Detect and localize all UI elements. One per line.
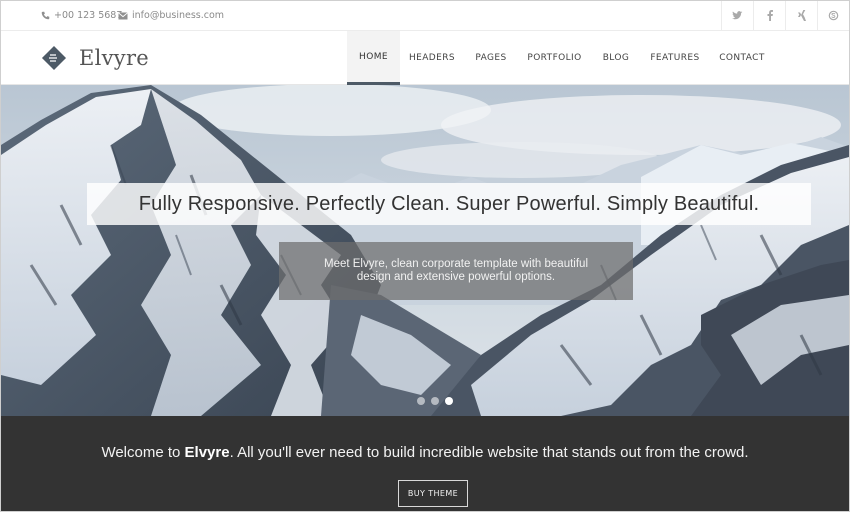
nav-blog[interactable]: BLOG bbox=[591, 31, 641, 85]
nav-contact[interactable]: CONTACT bbox=[709, 31, 775, 85]
brand-name: Elvyre bbox=[79, 46, 150, 70]
email-address[interactable]: info@business.com bbox=[132, 10, 224, 21]
envelope-icon bbox=[118, 11, 128, 20]
hero-subtext: Meet Elvyre, clean corporate template wi… bbox=[279, 242, 633, 300]
welcome-prefix: Welcome to bbox=[101, 444, 185, 461]
phone-icon bbox=[41, 11, 50, 20]
slider-dots bbox=[417, 397, 453, 405]
main-navbar: Elvyre HOME HEADERS PAGES PORTFOLIO BLOG… bbox=[1, 31, 849, 85]
social-links bbox=[721, 1, 849, 30]
twitter-icon[interactable] bbox=[721, 1, 753, 30]
diamond-logo-icon bbox=[41, 45, 67, 71]
email-info: info@business.com bbox=[118, 10, 224, 21]
facebook-icon[interactable] bbox=[753, 1, 785, 30]
slider-dot-1[interactable] bbox=[417, 397, 425, 405]
slider-dot-2[interactable] bbox=[431, 397, 439, 405]
buy-theme-button[interactable]: BUY THEME bbox=[398, 480, 468, 507]
skype-icon[interactable] bbox=[817, 1, 849, 30]
nav-features[interactable]: FEATURES bbox=[641, 31, 709, 85]
main-menu: HOME HEADERS PAGES PORTFOLIO BLOG FEATUR… bbox=[347, 31, 775, 85]
nav-pages[interactable]: PAGES bbox=[464, 31, 518, 85]
xing-icon[interactable] bbox=[785, 1, 817, 30]
hero-slider: Fully Responsive. Perfectly Clean. Super… bbox=[1, 85, 849, 416]
slider-dot-3[interactable] bbox=[445, 397, 453, 405]
phone-info: +00 123 5687 bbox=[41, 10, 122, 21]
top-bar: +00 123 5687 info@business.com bbox=[1, 1, 849, 31]
nav-home[interactable]: HOME bbox=[347, 31, 400, 85]
nav-headers[interactable]: HEADERS bbox=[400, 31, 464, 85]
welcome-suffix: . All you'll ever need to build incredib… bbox=[229, 444, 749, 461]
hero-headline: Fully Responsive. Perfectly Clean. Super… bbox=[87, 183, 811, 225]
page: +00 123 5687 info@business.com Elvyre HO… bbox=[0, 0, 850, 512]
welcome-band: Welcome to Elvyre. All you'll ever need … bbox=[1, 416, 849, 511]
site-logo[interactable]: Elvyre bbox=[41, 45, 149, 71]
nav-portfolio[interactable]: PORTFOLIO bbox=[518, 31, 591, 85]
phone-number: +00 123 5687 bbox=[54, 10, 123, 21]
welcome-text: Welcome to Elvyre. All you'll ever need … bbox=[1, 444, 849, 461]
welcome-brand: Elvyre bbox=[184, 444, 230, 461]
